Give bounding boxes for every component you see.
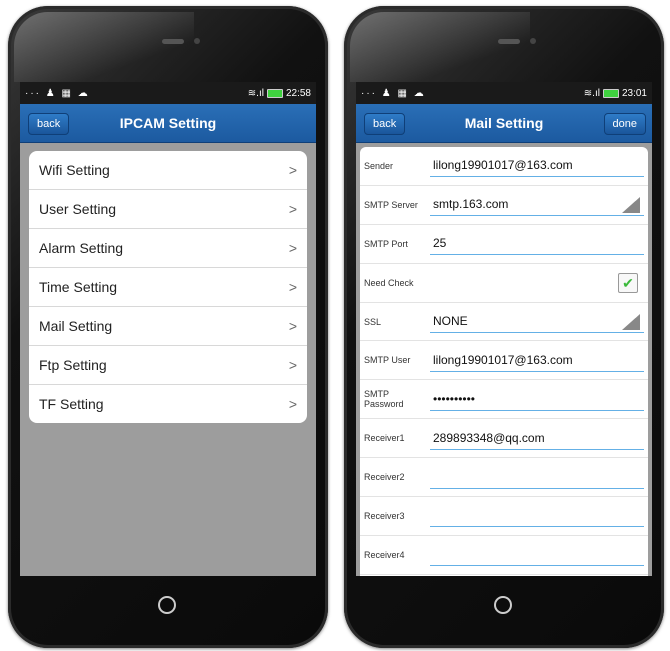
menu-item-tf-setting[interactable]: TF Setting > [29, 385, 307, 423]
field-label: SMTP Port [364, 238, 408, 249]
left-phone: ··· ♟ ▦ ☁ ≋.ıl 22:58 back IPCAM Setting … [8, 6, 328, 648]
mail-settings-form: Sender lilong19901017@163.com SMTP Serve… [360, 147, 648, 576]
battery-icon [266, 88, 283, 98]
field-label: Receiver4 [364, 549, 405, 560]
notification-icons: ··· ♟ ▦ ☁ [25, 87, 90, 99]
chevron-right-icon: > [288, 201, 297, 217]
menu-item-mail-setting[interactable]: Mail Setting > [29, 307, 307, 346]
front-camera [530, 38, 536, 44]
dropdown-triangle-icon [622, 314, 640, 330]
receiver2-row: Receiver2 [360, 458, 648, 498]
menu-item-label: Wifi Setting [39, 162, 110, 178]
wifi-signal-icon: ≋.ıl [247, 87, 264, 99]
ssl-select[interactable]: NONE [430, 310, 644, 333]
field-label: Receiver2 [364, 472, 405, 483]
phone-gloss [350, 12, 530, 82]
page-title: IPCAM Setting [119, 115, 217, 131]
receiver3-row: Receiver3 [360, 497, 648, 536]
settings-menu: Wifi Setting > User Setting > Alarm Sett… [29, 151, 307, 423]
ssl-value: NONE [433, 314, 468, 328]
speaker-grille [162, 39, 184, 44]
smtp-server-select[interactable]: smtp.163.com [430, 193, 644, 217]
header-bar: back IPCAM Setting [20, 104, 316, 143]
done-button[interactable]: done [603, 113, 646, 135]
home-button[interactable] [158, 596, 176, 614]
menu-item-ftp-setting[interactable]: Ftp Setting > [29, 346, 307, 385]
right-phone: ··· ♟ ▦ ☁ ≋.ıl 23:01 back Mail Setting d… [344, 6, 664, 648]
right-screen: ··· ♟ ▦ ☁ ≋.ıl 23:01 back Mail Setting d… [356, 82, 652, 576]
field-label: Receiver3 [364, 510, 405, 521]
speaker-grille [498, 39, 520, 44]
menu-item-user-setting[interactable]: User Setting > [29, 190, 307, 229]
battery-icon [602, 88, 619, 98]
menu-item-label: Mail Setting [39, 318, 113, 334]
clock: 23:01 [621, 87, 647, 99]
smtp-password-row: SMTP Password •••••••••• [360, 380, 648, 420]
menu-item-label: Time Setting [39, 279, 118, 295]
smtp-port-input[interactable]: 25 [430, 232, 644, 256]
smtp-user-input[interactable]: lilong19901017@163.com [430, 349, 644, 372]
phone-gloss [14, 12, 194, 82]
sender-input[interactable]: lilong19901017@163.com [430, 154, 644, 178]
status-bar: ··· ♟ ▦ ☁ ≋.ıl 22:58 [20, 82, 316, 104]
smtp-user-row: SMTP User lilong19901017@163.com [360, 341, 648, 381]
receiver2-input[interactable] [430, 466, 644, 489]
smtp-port-row: SMTP Port 25 [360, 225, 648, 264]
receiver4-row: Receiver4 [360, 536, 648, 575]
header-bar: back Mail Setting done [356, 104, 652, 143]
menu-item-alarm-setting[interactable]: Alarm Setting > [29, 229, 307, 268]
notification-icons: ··· ♟ ▦ ☁ [361, 87, 426, 99]
sender-row: Sender lilong19901017@163.com [360, 147, 648, 186]
smtp-server-value: smtp.163.com [433, 197, 509, 212]
menu-item-label: Alarm Setting [39, 240, 124, 256]
wifi-signal-icon: ≋.ıl [583, 87, 600, 99]
field-label: SMTP User [364, 355, 411, 366]
smtp-server-row: SMTP Server smtp.163.com [360, 186, 648, 225]
menu-item-wifi-setting[interactable]: Wifi Setting > [29, 151, 307, 190]
field-label: SMTP Server [364, 199, 418, 210]
menu-item-label: User Setting [39, 201, 117, 217]
menu-item-label: Ftp Setting [39, 357, 107, 373]
front-camera [194, 38, 200, 44]
menu-item-label: TF Setting [39, 396, 104, 412]
chevron-right-icon: > [288, 162, 297, 178]
home-button[interactable] [494, 596, 512, 614]
receiver1-input[interactable]: 289893348@qq.com [430, 427, 644, 450]
menu-item-time-setting[interactable]: Time Setting > [29, 268, 307, 307]
chevron-right-icon: > [288, 279, 297, 295]
chevron-right-icon: > [288, 318, 297, 334]
left-screen: ··· ♟ ▦ ☁ ≋.ıl 22:58 back IPCAM Setting … [20, 82, 316, 576]
dropdown-triangle-icon [622, 197, 640, 214]
ssl-row: SSL NONE [360, 303, 648, 342]
need-check-checkbox[interactable]: ✔ [618, 272, 638, 293]
clock: 22:58 [285, 87, 311, 99]
back-button[interactable]: back [364, 113, 406, 135]
back-button[interactable]: back [28, 113, 70, 135]
need-check-row: Need Check ✔ [360, 264, 648, 303]
field-label: Need Check [364, 277, 414, 288]
chevron-right-icon: > [288, 240, 297, 256]
receiver4-input[interactable] [430, 543, 644, 567]
smtp-password-input[interactable]: •••••••••• [430, 388, 644, 411]
chevron-right-icon: > [288, 357, 297, 373]
receiver1-row: Receiver1 289893348@qq.com [360, 419, 648, 459]
field-label: SMTP Password [364, 389, 404, 410]
status-bar: ··· ♟ ▦ ☁ ≋.ıl 23:01 [356, 82, 652, 104]
receiver3-input[interactable] [430, 504, 644, 528]
field-label: Receiver1 [364, 433, 405, 444]
field-label: SSL [364, 316, 382, 327]
chevron-right-icon: > [288, 396, 297, 412]
page-title: Mail Setting [464, 115, 544, 131]
field-label: Sender [364, 160, 394, 171]
